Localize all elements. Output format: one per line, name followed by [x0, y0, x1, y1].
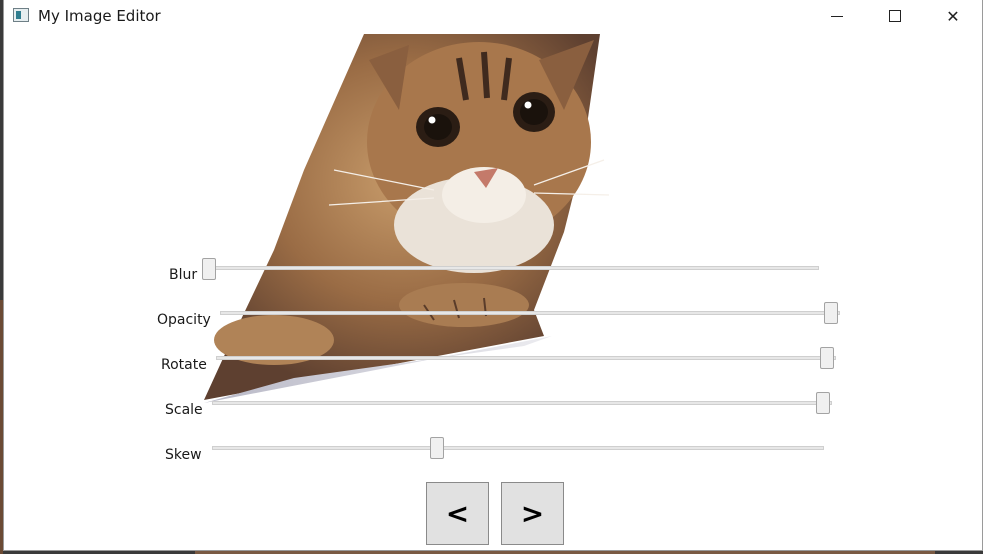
- previous-button[interactable]: <: [426, 482, 489, 545]
- opacity-label: Opacity: [157, 312, 211, 328]
- maximize-icon: [889, 10, 901, 22]
- minimize-icon: [831, 15, 843, 17]
- blur-slider-thumb[interactable]: [202, 258, 216, 280]
- opacity-slider-track[interactable]: [220, 311, 840, 315]
- scale-label: Scale: [165, 402, 203, 418]
- skew-slider-row: Skew: [4, 435, 982, 475]
- close-icon: ✕: [946, 6, 960, 26]
- window-title: My Image Editor: [38, 7, 161, 25]
- app-window: My Image Editor ✕ Blur Opacity Rotate Sc…: [3, 0, 983, 551]
- rotate-slider-thumb[interactable]: [820, 347, 834, 369]
- blur-slider-track[interactable]: [209, 266, 819, 270]
- opacity-slider-thumb[interactable]: [824, 302, 838, 324]
- rotate-label: Rotate: [161, 357, 207, 373]
- blur-slider-row: Blur: [4, 255, 982, 295]
- rotate-slider-track[interactable]: [216, 356, 836, 360]
- skew-label: Skew: [165, 447, 202, 463]
- scale-slider-track[interactable]: [212, 401, 832, 405]
- next-button[interactable]: >: [501, 482, 564, 545]
- close-button[interactable]: ✕: [924, 0, 982, 32]
- blur-label: Blur: [169, 267, 198, 283]
- app-image-icon: [13, 8, 29, 22]
- title-bar[interactable]: My Image Editor ✕: [4, 0, 982, 32]
- skew-slider-thumb[interactable]: [430, 437, 444, 459]
- scale-slider-thumb[interactable]: [816, 392, 830, 414]
- minimize-button[interactable]: [808, 0, 866, 32]
- rotate-slider-row: Rotate: [4, 345, 982, 385]
- scale-slider-row: Scale: [4, 390, 982, 430]
- skew-slider-track[interactable]: [212, 446, 824, 450]
- opacity-slider-row: Opacity: [4, 300, 982, 340]
- maximize-button[interactable]: [866, 0, 924, 32]
